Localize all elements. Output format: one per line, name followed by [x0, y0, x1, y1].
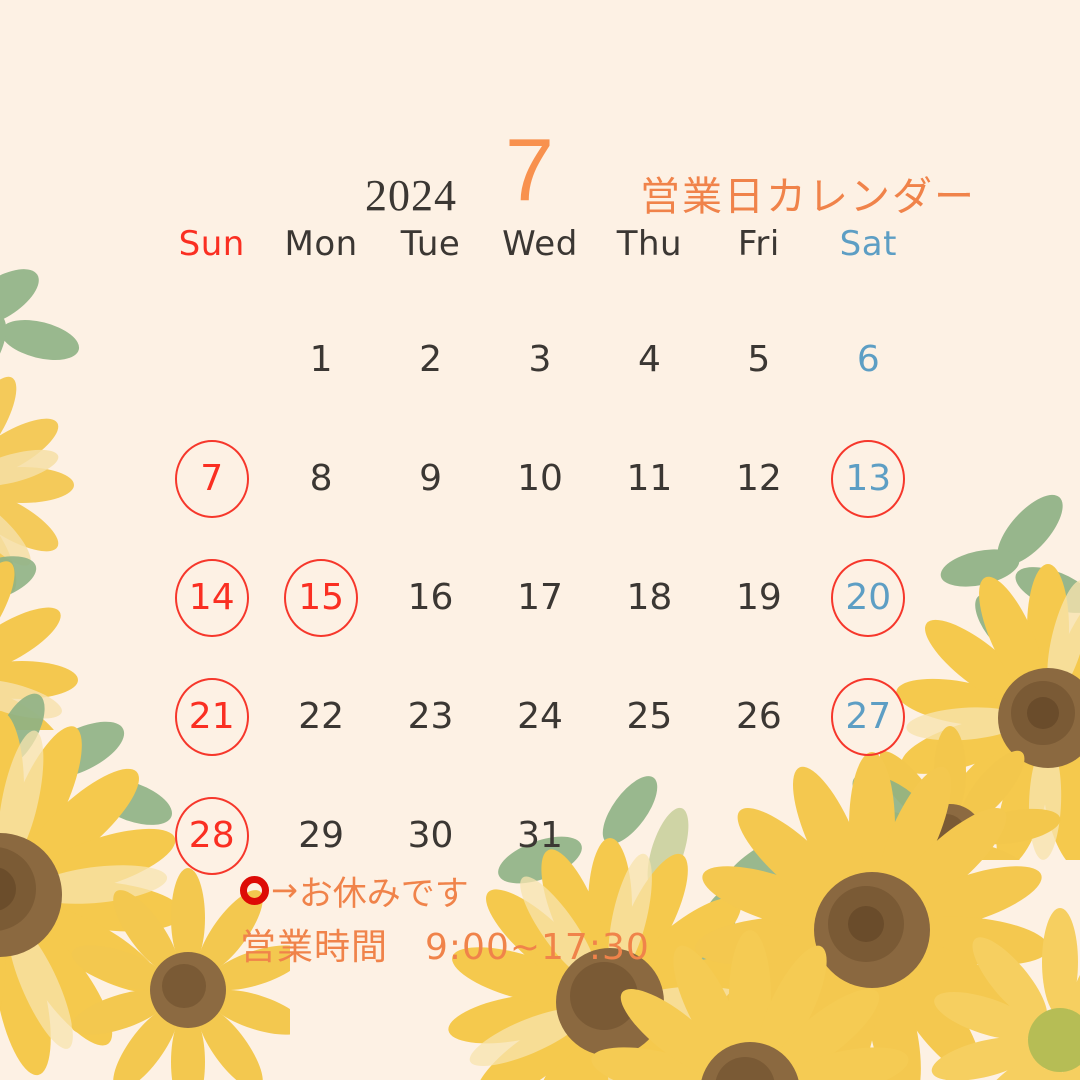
weekday-header-mon: Mon [284, 224, 358, 264]
day-cell[interactable]: 23 [376, 657, 485, 776]
day-number: 16 [407, 576, 454, 618]
day-number: 10 [517, 457, 563, 499]
legend-closed-line: → お休みです [240, 866, 860, 914]
weekday-header-wed: Wed [502, 224, 578, 264]
day-cell[interactable]: 6 [814, 300, 923, 419]
day-cell[interactable]: 12 [704, 419, 813, 538]
weekday-header-fri: Fri [737, 224, 780, 264]
day-cell[interactable]: 7 [157, 419, 266, 538]
day-cell[interactable]: 16 [376, 538, 485, 657]
day-cell[interactable]: 10 [485, 419, 594, 538]
day-number: 25 [626, 695, 673, 737]
day-cell[interactable]: 15 [266, 538, 375, 657]
day-number: 21 [188, 695, 235, 737]
day-number: 5 [747, 338, 771, 380]
day-cell[interactable]: 8 [266, 419, 375, 538]
day-cell[interactable]: 14 [157, 538, 266, 657]
day-cell-empty [157, 300, 266, 419]
day-cell[interactable]: 11 [595, 419, 704, 538]
day-number: 30 [407, 814, 454, 856]
day-cell[interactable]: 21 [157, 657, 266, 776]
day-number: 28 [188, 814, 235, 856]
day-cell[interactable]: 5 [704, 300, 813, 419]
day-cell[interactable]: 3 [485, 300, 594, 419]
day-number: 19 [735, 576, 782, 618]
day-cell[interactable]: 13 [814, 419, 923, 538]
weekday-header-row: Sun Mon Tue Wed Thu Fri Sat [157, 224, 923, 278]
day-cell[interactable]: 26 [704, 657, 813, 776]
day-number: 13 [845, 457, 892, 499]
page-title: 営業日カレンダー [640, 174, 976, 220]
day-cell[interactable]: 1 [266, 300, 375, 419]
day-number: 14 [188, 576, 235, 618]
day-cell[interactable]: 20 [814, 538, 923, 657]
year-label: 2024 [365, 171, 457, 220]
day-number: 2 [419, 338, 443, 380]
weekday-header-sat: Sat [839, 224, 897, 264]
day-number: 18 [626, 576, 673, 618]
day-cell[interactable]: 9 [376, 419, 485, 538]
day-cell[interactable]: 18 [595, 538, 704, 657]
day-number: 22 [298, 695, 345, 737]
day-number: 8 [309, 457, 333, 499]
business-hours-text: 営業時間 9:00~17:30 [240, 927, 650, 968]
day-number: 11 [626, 457, 673, 499]
legend-closed-text: お休みです [298, 873, 469, 914]
legend-block: → お休みです 営業時間 9:00~17:30 [240, 866, 860, 970]
day-number: 26 [735, 695, 782, 737]
day-number: 31 [517, 814, 563, 856]
arrow-right-icon: → [271, 871, 298, 909]
day-cell[interactable]: 4 [595, 300, 704, 419]
month-number: 7 [505, 120, 554, 219]
weekday-header-sun: Sun [178, 224, 245, 264]
calendar-page: 2024 7 営業日カレンダー Sun Mon Tue Wed Thu Fri Sat 12… [0, 0, 1080, 1080]
day-cell[interactable]: 19 [704, 538, 813, 657]
day-number: 4 [637, 338, 661, 380]
day-cell[interactable]: 2 [376, 300, 485, 419]
day-number: 3 [528, 338, 552, 380]
day-number: 7 [200, 457, 224, 499]
day-number: 6 [856, 338, 880, 380]
day-number: 1 [309, 338, 333, 380]
day-cell[interactable]: 22 [266, 657, 375, 776]
day-number: 23 [407, 695, 454, 737]
day-number: 17 [517, 576, 563, 618]
day-number: 12 [735, 457, 782, 499]
weekday-header-tue: Tue [400, 224, 461, 264]
day-cell[interactable]: 25 [595, 657, 704, 776]
day-number: 20 [845, 576, 892, 618]
day-number: 15 [298, 576, 345, 618]
day-number: 9 [419, 457, 443, 499]
day-cell[interactable]: 17 [485, 538, 594, 657]
circle-icon [240, 875, 269, 905]
day-cell[interactable]: 24 [485, 657, 594, 776]
day-number: 24 [517, 695, 563, 737]
day-grid: 1 2 3 4 5 6 7 8 9 10 11 12 13 14 15 16 17 18 19 20 21 22 23 24 2… [157, 300, 923, 895]
day-cell[interactable]: 27 [814, 657, 923, 776]
calendar-header: 2024 7 営業日カレンダー [0, 72, 1080, 221]
day-number: 27 [845, 695, 892, 737]
weekday-header-thu: Thu [616, 224, 683, 264]
day-number: 29 [298, 814, 345, 856]
